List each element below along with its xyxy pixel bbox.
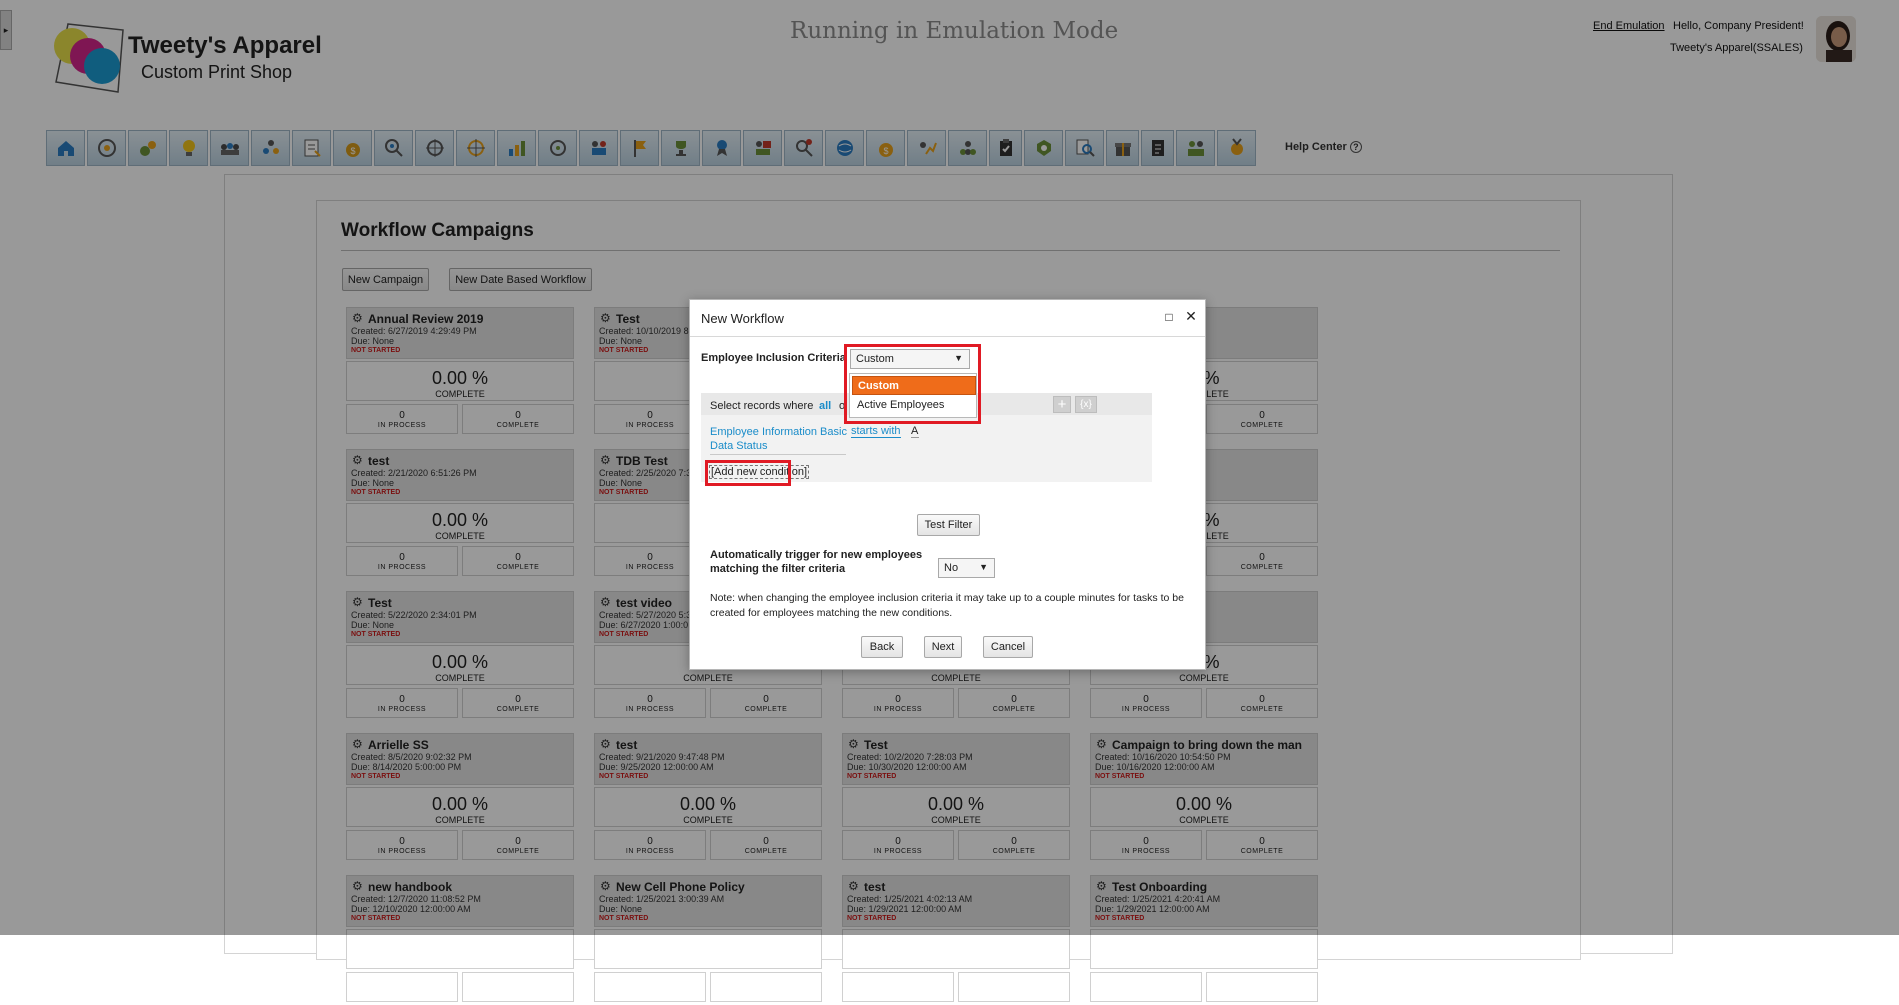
- complete-count: [958, 972, 1070, 1002]
- condition-field-underline: [710, 454, 846, 455]
- condition-value[interactable]: A: [911, 425, 919, 438]
- complete-count: [1206, 972, 1318, 1002]
- dialog-title: New Workflow: [701, 311, 784, 326]
- select-records-label: Select records where: [710, 400, 814, 412]
- in-process-count: [594, 972, 706, 1002]
- close-icon[interactable]: ✕: [1184, 309, 1198, 323]
- condition-field-line1: Employee Information Basic: [710, 426, 847, 438]
- auto-trigger-select[interactable]: No ▼: [938, 558, 995, 578]
- complete-count: [710, 972, 822, 1002]
- new-workflow-dialog: New Workflow □ ✕ Employee Inclusion Crit…: [689, 299, 1206, 670]
- auto-trigger-label: Automatically trigger for new employees …: [710, 549, 923, 575]
- campaign-progress: [1090, 929, 1318, 969]
- next-button[interactable]: Next: [924, 636, 962, 658]
- maximize-icon[interactable]: □: [1162, 310, 1176, 324]
- in-process-count: [346, 972, 458, 1002]
- condition-field-link[interactable]: Employee Information Basic Data Status: [710, 425, 847, 453]
- highlight-criteria-dropdown: [844, 344, 981, 424]
- expression-icon[interactable]: {x}: [1075, 396, 1097, 413]
- criteria-note: Note: when changing the employee inclusi…: [710, 592, 1184, 619]
- inclusion-criteria-label: Employee Inclusion Criteria: [701, 352, 846, 364]
- auto-trigger-value: No: [944, 562, 959, 574]
- cancel-button[interactable]: Cancel: [983, 636, 1033, 658]
- in-process-count: [842, 972, 954, 1002]
- back-button[interactable]: Back: [861, 636, 903, 658]
- dialog-header: New Workflow □ ✕: [690, 300, 1205, 337]
- campaign-progress: [594, 929, 822, 969]
- condition-operator-link[interactable]: starts with: [851, 425, 901, 438]
- test-filter-button[interactable]: Test Filter: [917, 514, 980, 536]
- dropdown-arrow-icon: ▼: [979, 562, 988, 572]
- campaign-progress: [346, 929, 574, 969]
- complete-count: [462, 972, 574, 1002]
- condition-field-line2: Data Status: [710, 440, 768, 452]
- campaign-progress: [842, 929, 1070, 969]
- add-condition-icon[interactable]: +: [1053, 396, 1071, 413]
- highlight-add-condition: [705, 460, 791, 486]
- match-all-link[interactable]: all: [819, 400, 831, 412]
- in-process-count: [1090, 972, 1202, 1002]
